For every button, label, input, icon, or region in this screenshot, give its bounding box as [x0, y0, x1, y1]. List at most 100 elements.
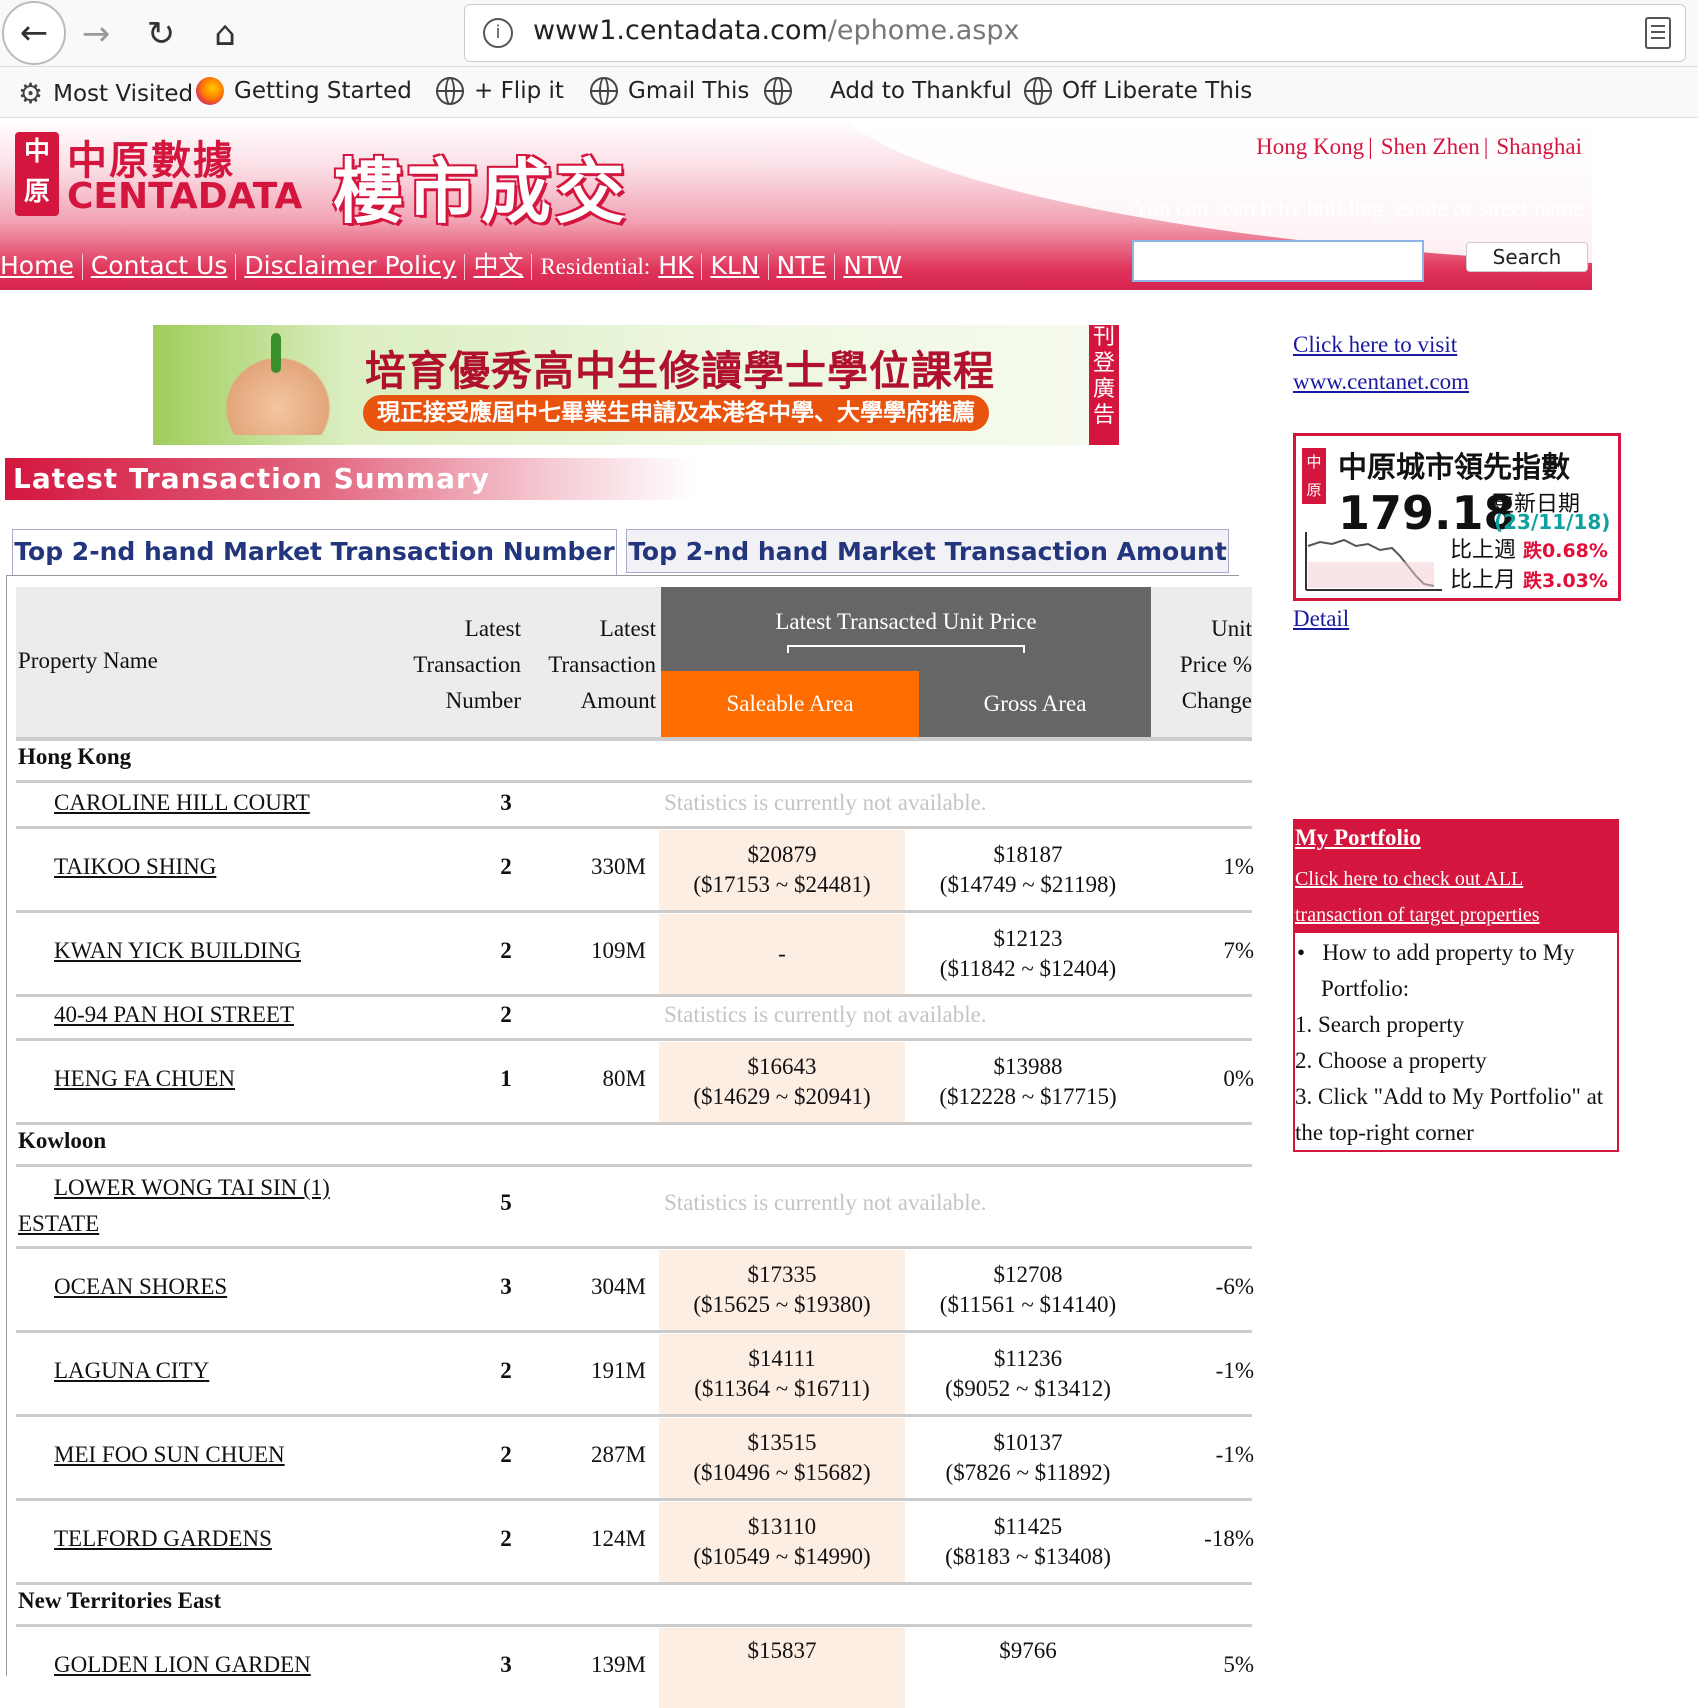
nav-contact-us[interactable]: Contact Us: [91, 251, 228, 280]
stats-unavailable: Statistics is currently not available.: [664, 1190, 987, 1215]
reader-view-icon[interactable]: [1645, 17, 1671, 49]
transaction-number: 3: [500, 790, 512, 815]
price-change: 1%: [1223, 854, 1254, 879]
header-unit-price: Latest Transacted Unit Price Saleable Ar…: [661, 587, 1151, 737]
search-button[interactable]: Search: [1466, 242, 1588, 272]
nav-chinese[interactable]: 中文: [473, 251, 523, 280]
back-arrow-icon[interactable]: ←: [2, 1, 66, 65]
portfolio-link[interactable]: Click here to check out ALL transaction …: [1295, 861, 1615, 933]
globe-icon: [436, 77, 464, 105]
divider: [16, 1624, 1252, 1627]
property-link[interactable]: TELFORD GARDENS: [54, 1526, 272, 1552]
search-input[interactable]: [1132, 240, 1424, 282]
reload-icon[interactable]: ↻: [133, 6, 189, 62]
divider: [16, 780, 1252, 783]
cci-sparkline: [1305, 532, 1442, 591]
gross-price: $9766: [999, 1638, 1057, 1663]
gross-price: $18187 ($14749 ~ $21198): [939, 842, 1117, 897]
url-text[interactable]: www1.centadata.com/ephome.aspx: [533, 15, 1019, 46]
header-saleable-area[interactable]: Saleable Area: [661, 671, 919, 737]
nav-nte[interactable]: NTE: [777, 251, 827, 280]
header-transaction-number: Latest Transaction Number: [413, 616, 521, 713]
property-link[interactable]: GOLDEN LION GARDEN: [54, 1652, 311, 1678]
cci-detail-link[interactable]: Detail: [1293, 606, 1349, 632]
centanet-visit-link[interactable]: Click here to visit www.centanet.com: [1293, 326, 1469, 400]
gross-price: $13988 ($12228 ~ $17715): [939, 1054, 1117, 1109]
bookmark-gmail-this[interactable]: Gmail This: [590, 77, 749, 105]
home-icon[interactable]: ⌂: [197, 6, 253, 62]
table-row: KWAN YICK BUILDING 2 109M - $12123 ($1184…: [16, 914, 1254, 994]
property-link[interactable]: MEI FOO SUN CHUEN: [54, 1442, 285, 1468]
bookmark-off-liberate[interactable]: Off Liberate This: [1024, 77, 1252, 105]
info-icon[interactable]: i: [483, 18, 513, 48]
price-change: -6%: [1215, 1274, 1254, 1299]
tab-transaction-number[interactable]: Top 2-nd hand Market Transaction Number: [12, 529, 617, 576]
forward-arrow-icon[interactable]: →: [68, 6, 124, 62]
table-row: TELFORD GARDENS 2 124M $13110 ($10549 ~ $…: [16, 1502, 1254, 1582]
property-link[interactable]: LOWER WONG TAI SIN (1) ESTATE: [18, 1170, 358, 1242]
divider: [16, 1038, 1252, 1041]
property-link[interactable]: 40-94 PAN HOI STREET: [54, 1002, 294, 1028]
bookmark-most-visited[interactable]: ⚙ Most Visited: [18, 77, 193, 110]
logo-english: CENTADATA: [67, 176, 303, 217]
bookmark-getting-started[interactable]: Getting Started: [196, 77, 412, 105]
price-change: 5%: [1223, 1652, 1254, 1677]
transaction-number: 5: [500, 1190, 512, 1215]
property-link[interactable]: LAGUNA CITY: [54, 1358, 209, 1384]
region-heading-kowloon: Kowloon: [18, 1128, 107, 1153]
separator: [81, 254, 83, 280]
divider: [16, 1582, 1252, 1585]
sprout-illustration: [271, 333, 281, 373]
logo-seal: 中原: [15, 132, 59, 216]
nav-hk[interactable]: HK: [658, 251, 693, 280]
bookmarks-bar: ⚙ Most Visited Getting Started + Flip it …: [0, 67, 1698, 118]
saleable-price: $17335 ($15625 ~ $19380): [659, 1250, 905, 1330]
visit-link-line1[interactable]: Click here to visit: [1293, 332, 1457, 357]
region-link-shen-zhen[interactable]: Shen Zhen: [1381, 134, 1480, 159]
detail-link[interactable]: Detail: [1293, 606, 1349, 631]
portfolio-header: My Portfolio Click here to check out ALL…: [1295, 821, 1617, 933]
header-unit-price-title: Latest Transacted Unit Price: [775, 609, 1037, 634]
divider: [1229, 575, 1237, 576]
ad-subline: 現正接受應屆中七畢業生申請及本港各中學、大學學府推薦: [363, 395, 989, 431]
region-link-hong-kong[interactable]: Hong Kong: [1256, 134, 1364, 159]
price-change: -18%: [1204, 1526, 1254, 1551]
banner-ad[interactable]: 培育優秀高中生修讀學士學位課程 現正接受應屆中七畢業生申請及本港各中學、大學學府…: [153, 325, 1119, 445]
saleable-price: $16643 ($14629 ~ $20941): [659, 1042, 905, 1122]
property-link[interactable]: TAIKOO SHING: [54, 854, 216, 880]
property-link[interactable]: HENG FA CHUEN: [54, 1066, 235, 1092]
address-bar[interactable]: i www1.centadata.com/ephome.aspx: [464, 4, 1686, 62]
nav-disclaimer[interactable]: Disclaimer Policy: [244, 251, 456, 280]
separator: [767, 254, 769, 280]
stats-unavailable: Statistics is currently not available.: [664, 1002, 987, 1027]
portfolio-title[interactable]: My Portfolio: [1295, 825, 1421, 851]
transaction-amount: 330M: [591, 854, 646, 879]
bookmark-flip-it[interactable]: + Flip it: [436, 77, 564, 105]
saleable-price: -: [659, 914, 905, 994]
firefox-icon: [196, 77, 224, 105]
divider: [16, 737, 1252, 741]
header-property-name: Property Name: [18, 648, 158, 673]
globe-icon: [764, 77, 792, 105]
centadata-logo[interactable]: 中原 中原數據 CENTADATA: [15, 128, 302, 223]
header-gross-area[interactable]: Gross Area: [919, 671, 1151, 737]
nav-ntw[interactable]: NTW: [843, 251, 902, 280]
property-link[interactable]: CAROLINE HILL COURT: [54, 790, 310, 816]
property-link[interactable]: KWAN YICK BUILDING: [54, 938, 301, 964]
transaction-amount: 287M: [591, 1442, 646, 1467]
region-link-shanghai[interactable]: Shanghai: [1496, 134, 1582, 159]
portfolio-step: 1. Search property: [1295, 1012, 1465, 1037]
nav-kln[interactable]: KLN: [710, 251, 759, 280]
table-header: Property Name Latest Transaction Number …: [16, 587, 1252, 737]
transaction-number: 3: [500, 1274, 512, 1299]
region-links: Hong Kong | Shen Zhen | Shanghai: [1022, 134, 1592, 160]
tab-transaction-amount[interactable]: Top 2-nd hand Market Transaction Amount: [626, 529, 1229, 573]
property-link[interactable]: OCEAN SHORES: [54, 1274, 227, 1300]
visit-link-line2[interactable]: www.centanet.com: [1293, 369, 1469, 394]
cci-index-widget[interactable]: 中原 中原城市領先指數 179.18 更新日期 (23/11/18) 比上週 跌…: [1293, 433, 1621, 601]
transaction-number: 2: [500, 854, 512, 879]
nav-home[interactable]: Home: [0, 251, 74, 280]
bookmark-add-to-thankful[interactable]: Add to Thankful: [764, 77, 1012, 105]
cci-week-change: 比上週 跌0.68%: [1450, 538, 1608, 563]
gross-price: $12123 ($11842 ~ $12404): [939, 926, 1117, 981]
